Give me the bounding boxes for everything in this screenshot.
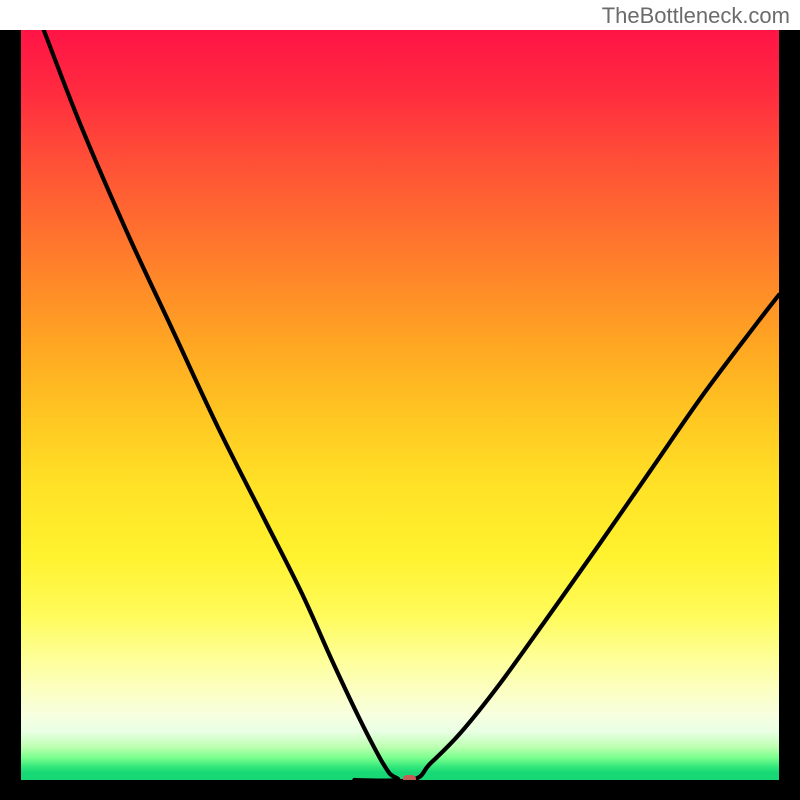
watermark-label: TheBottleneck.com [602, 3, 790, 29]
axis-border-bottom [0, 780, 800, 800]
axis-border-right [779, 30, 800, 800]
chart-curve [21, 30, 779, 780]
axis-border-left [0, 30, 21, 800]
optimum-marker [403, 775, 416, 786]
chart-frame [0, 30, 800, 800]
curve-path [44, 30, 779, 780]
